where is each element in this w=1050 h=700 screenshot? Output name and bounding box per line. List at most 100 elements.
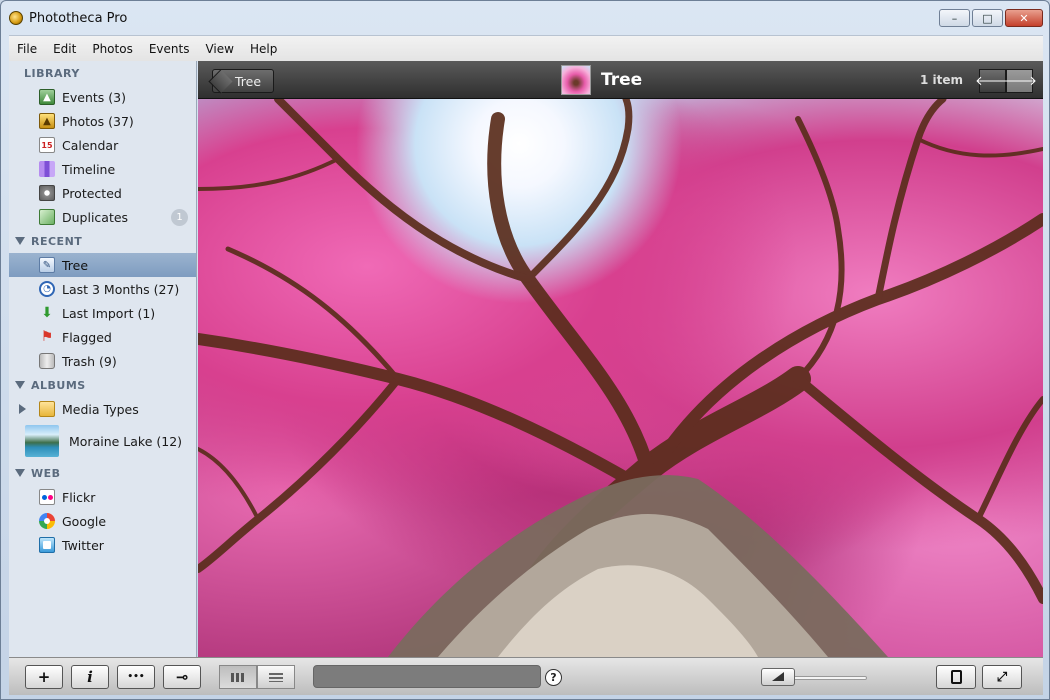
events-icon: ▲	[39, 89, 55, 105]
twitter-icon	[39, 537, 55, 553]
question-icon: ?	[550, 671, 557, 684]
protect-button[interactable]: ⊸	[163, 665, 201, 689]
protected-icon	[39, 185, 55, 201]
albums-header[interactable]: ALBUMS	[9, 373, 196, 397]
menu-photos[interactable]: Photos	[84, 42, 140, 56]
sidebar-item-label: Google	[62, 513, 107, 529]
sidebar-item-flickr[interactable]: Flickr	[9, 485, 196, 509]
tablet-icon	[950, 670, 962, 684]
sidebar-item-protected[interactable]: Protected	[9, 181, 196, 205]
sidebar-item-trash[interactable]: Trash (9)	[9, 349, 196, 373]
sidebar-item-photos[interactable]: ▲ Photos (37)	[9, 109, 196, 133]
album-thumbnail	[25, 425, 59, 457]
app-window: Phototheca Pro – □ ✕ File Edit Photos Ev…	[0, 0, 1050, 700]
sidebar-item-duplicates[interactable]: Duplicates 1	[9, 205, 196, 229]
minimize-button[interactable]: –	[939, 9, 970, 27]
sidebar-item-tree[interactable]: ✎ Tree	[9, 253, 196, 277]
google-icon	[39, 513, 55, 529]
section-title: RECENT	[31, 234, 83, 248]
recent-header[interactable]: RECENT	[9, 229, 196, 253]
sidebar-item-label: Last Import (1)	[62, 305, 156, 321]
folder-icon	[39, 401, 55, 417]
flag-icon: ⚑	[40, 329, 54, 345]
search-input[interactable]	[313, 665, 541, 688]
sidebar-item-label: Calendar	[62, 137, 119, 153]
window-controls: – □ ✕	[939, 9, 1043, 27]
content-area: Tree Tree 1 item 🡐 🡒	[198, 61, 1043, 657]
back-button-label: Tree	[235, 73, 262, 89]
sidebar-item-label: Tree	[62, 257, 89, 273]
single-view-button[interactable]	[936, 665, 976, 689]
key-icon: ⊸	[175, 668, 189, 686]
photo-viewer[interactable]	[198, 99, 1043, 657]
import-icon: ⬇	[41, 305, 53, 321]
collapse-triangle-icon	[15, 237, 25, 245]
menu-view[interactable]: View	[197, 42, 241, 56]
title-bar: Phototheca Pro – □ ✕	[1, 1, 1049, 35]
web-header[interactable]: WEB	[9, 461, 196, 485]
next-photo-button[interactable]: 🡒	[1002, 69, 1037, 93]
sidebar-item-last-3-months[interactable]: ◔ Last 3 Months (27)	[9, 277, 196, 301]
tree-photo	[198, 99, 1043, 657]
photo-navigation: 🡐 🡒	[975, 69, 1037, 93]
sidebar-item-label: Moraine Lake (12)	[69, 433, 183, 449]
plus-icon: +	[37, 668, 51, 686]
sidebar-item-media-types[interactable]: Media Types	[9, 397, 196, 421]
fullscreen-button[interactable]: ⤢	[982, 665, 1022, 689]
album-cover-thumbnail	[561, 65, 591, 95]
library-header[interactable]: LIBRARY	[9, 61, 196, 85]
sidebar-item-google[interactable]: Google	[9, 509, 196, 533]
duplicates-icon	[39, 209, 55, 225]
info-button[interactable]: i	[71, 665, 109, 689]
grid-icon	[231, 672, 245, 682]
sidebar-item-last-import[interactable]: ⬇ Last Import (1)	[9, 301, 196, 325]
clock-icon: ◔	[39, 281, 55, 297]
help-button[interactable]: ?	[545, 669, 562, 686]
header-title-group: Tree	[561, 65, 642, 95]
list-view-button[interactable]	[257, 665, 295, 689]
calendar-icon: 15	[39, 137, 55, 153]
timeline-icon	[39, 161, 55, 177]
trash-icon	[39, 353, 55, 369]
sidebar-item-timeline[interactable]: Timeline	[9, 157, 196, 181]
sidebar-item-moraine-lake[interactable]: Moraine Lake (12)	[9, 421, 196, 461]
add-button[interactable]: +	[25, 665, 63, 689]
grid-view-button[interactable]	[219, 665, 257, 689]
sidebar-item-label: Events (3)	[62, 89, 127, 105]
sidebar-item-events[interactable]: ▲ Events (3)	[9, 85, 196, 109]
view-mode-toggle	[219, 665, 295, 689]
arrow-right-icon: 🡒	[1002, 74, 1037, 89]
sidebar-item-flagged[interactable]: ⚑ Flagged	[9, 325, 196, 349]
app-logo-icon	[9, 11, 23, 25]
menu-events[interactable]: Events	[141, 42, 198, 56]
collapse-triangle-icon	[15, 469, 25, 477]
flickr-icon	[39, 489, 55, 505]
sidebar-item-calendar[interactable]: 15 Calendar	[9, 133, 196, 157]
menu-edit[interactable]: Edit	[45, 42, 84, 56]
section-title: WEB	[31, 466, 61, 480]
menu-file[interactable]: File	[9, 42, 45, 56]
sidebar-item-label: Flagged	[62, 329, 112, 345]
sidebar-item-label: Duplicates	[62, 209, 129, 225]
smart-album-icon: ✎	[39, 257, 55, 273]
expand-arrow-icon[interactable]	[19, 404, 26, 414]
list-icon	[269, 672, 283, 682]
bottom-toolbar: + i ••• ⊸ ? ⤢	[9, 657, 1043, 695]
sidebar-item-label: Media Types	[62, 401, 139, 417]
sidebar-item-label: Flickr	[62, 489, 96, 505]
zoom-slider-thumb[interactable]	[761, 668, 795, 686]
menu-help[interactable]: Help	[242, 42, 285, 56]
more-options-button[interactable]: •••	[117, 665, 155, 689]
sidebar-item-twitter[interactable]: Twitter	[9, 533, 196, 557]
sidebar-item-label: Timeline	[62, 161, 116, 177]
sidebar-item-label: Last 3 Months (27)	[62, 281, 180, 297]
sidebar-item-label: Protected	[62, 185, 122, 201]
info-icon: i	[87, 668, 93, 686]
page-title: Tree	[601, 70, 643, 90]
sidebar-item-label: Photos (37)	[62, 113, 134, 129]
back-button[interactable]: Tree	[212, 69, 275, 93]
duplicates-count-badge: 1	[171, 209, 188, 226]
maximize-button[interactable]: □	[972, 9, 1003, 27]
sidebar: LIBRARY ▲ Events (3) ▲ Photos (37) 15 Ca…	[9, 61, 197, 657]
close-button[interactable]: ✕	[1005, 9, 1043, 27]
